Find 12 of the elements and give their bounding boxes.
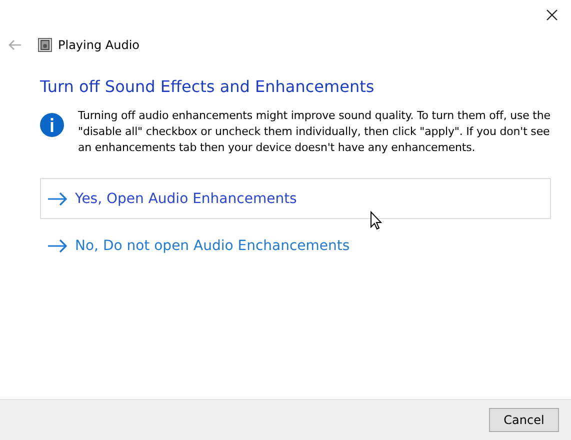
window-title: Playing Audio	[58, 38, 140, 52]
close-icon[interactable]	[546, 9, 558, 21]
heading: Turn off Sound Effects and Enhancements	[40, 77, 376, 96]
speaker-icon	[38, 38, 52, 52]
right-arrow-icon	[48, 238, 68, 252]
mouse-pointer-icon	[370, 211, 382, 230]
info-icon	[40, 113, 64, 137]
cancel-button[interactable]: Cancel	[489, 408, 559, 432]
option-link[interactable]: Yes, Open Audio Enhancements	[40, 178, 551, 219]
option-link[interactable]: No, Do not open Audio Enchancements	[40, 225, 551, 266]
right-arrow-icon	[48, 192, 68, 206]
message-text: Turning off audio enhancements might improve sound quality. To turn them off, use the "disable all" checkbox or uncheck them individually, then click "apply". If you don't see an enhancements tab then your device doesn't have any enhancements.	[78, 108, 551, 156]
